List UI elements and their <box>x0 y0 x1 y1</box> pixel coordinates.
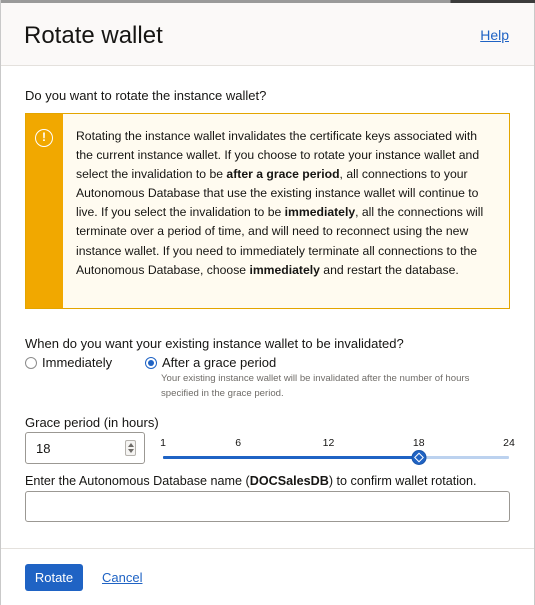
slider-tick-label: 12 <box>322 437 335 449</box>
radio-immediately-label: Immediately <box>42 355 113 370</box>
confirm-label: Enter the Autonomous Database name (DOCS… <box>25 474 477 488</box>
slider-tick-label: 24 <box>503 437 515 449</box>
exclamation-circle-icon: ! <box>35 129 53 147</box>
spinner-up-icon[interactable] <box>128 443 134 447</box>
warning-alert: ! Rotating the instance wallet invalidat… <box>25 113 510 309</box>
warning-text: Rotating the instance wallet invalidates… <box>76 129 484 277</box>
slider-thumb[interactable] <box>411 450 427 465</box>
invalidation-question: When do you want your existing instance … <box>25 336 404 351</box>
cancel-link[interactable]: Cancel <box>102 570 142 585</box>
slider-tick-label: 1 <box>160 437 166 449</box>
database-name-input[interactable] <box>25 491 510 522</box>
slider-tick-label: 18 <box>412 437 425 449</box>
warning-bar: ! <box>26 114 63 308</box>
grace-period-input[interactable]: 18 <box>25 432 145 464</box>
radio-immediately-circle[interactable] <box>25 356 37 369</box>
dialog-footer: Rotate Cancel <box>1 548 534 605</box>
slider-tick-label: 6 <box>235 437 242 449</box>
rotate-question: Do you want to rotate the instance walle… <box>25 88 267 103</box>
dialog-header: Rotate wallet Help <box>1 3 534 66</box>
radio-grace-period[interactable]: After a grace period <box>145 355 276 370</box>
spinner-down-icon[interactable] <box>128 449 134 453</box>
grace-period-label: Grace period (in hours) <box>25 415 159 430</box>
radio-grace-period-circle[interactable] <box>145 356 157 369</box>
radio-immediately[interactable]: Immediately <box>25 355 112 370</box>
grace-period-help-text: Your existing instance wallet will be in… <box>161 373 470 399</box>
help-link[interactable]: Help <box>480 27 509 43</box>
slider-fill <box>163 456 419 459</box>
rotate-button[interactable]: Rotate <box>25 564 83 591</box>
radio-grace-period-label: After a grace period <box>162 355 277 370</box>
rotate-wallet-dialog: Rotate wallet Help Do you want to rotate… <box>0 0 535 605</box>
database-name: DOCSalesDB <box>249 474 329 488</box>
grace-period-spinner[interactable] <box>125 440 136 456</box>
slider-grip-icon <box>413 452 424 463</box>
grace-period-slider[interactable]: 1 6 12 18 24 <box>160 436 515 466</box>
grace-period-value: 18 <box>36 441 51 456</box>
dialog-title: Rotate wallet <box>24 22 163 49</box>
